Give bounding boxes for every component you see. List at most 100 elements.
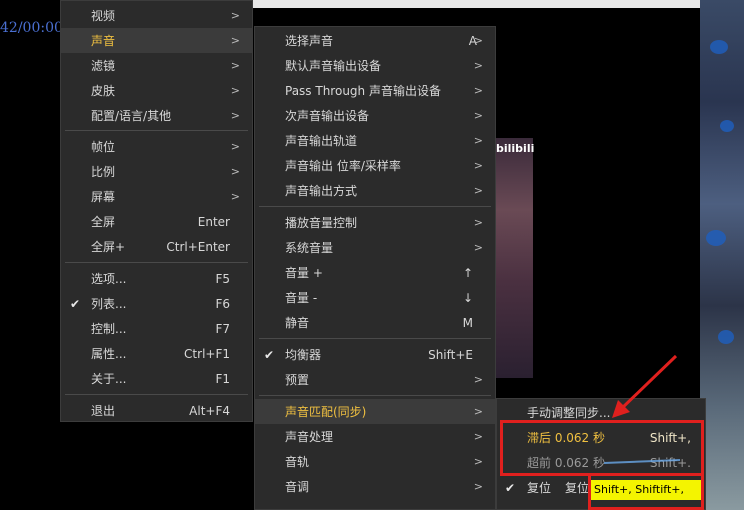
chevron-right-icon: >	[473, 216, 483, 229]
chevron-right-icon: >	[473, 109, 483, 122]
menu-item-shortcut: ↓	[462, 290, 473, 305]
menu-item-properties[interactable]: 属性... Ctrl+F1	[61, 341, 252, 366]
menu-item-audio-processing[interactable]: 声音处理 >	[255, 424, 495, 449]
chevron-right-icon: >	[230, 9, 240, 22]
menu-item-label: 全屏+	[91, 240, 126, 254]
menu-item-label: 列表...	[91, 297, 127, 311]
menu-item-pitch[interactable]: 音调 >	[255, 474, 495, 499]
menu-separator	[65, 130, 248, 131]
menu-item-exit[interactable]: 退出 Alt+F4	[61, 398, 252, 423]
menu-item-label: 默认声音输出设备	[285, 59, 382, 73]
menu-item-label: 声音处理	[285, 430, 334, 444]
chevron-right-icon: >	[473, 480, 483, 493]
menu-item-label: 手动调整同步...	[527, 406, 611, 420]
menu-item-select-audio[interactable]: 选择声音 A >	[255, 28, 495, 53]
menu-item-label: 复位	[527, 481, 552, 495]
menu-item-shortcut: F7	[215, 321, 230, 336]
menu-item-fullscreen-plus[interactable]: 全屏+ Ctrl+Enter	[61, 234, 252, 259]
chevron-right-icon: >	[473, 184, 483, 197]
chevron-right-icon: >	[473, 241, 483, 254]
menu-item-audio-track[interactable]: 音轨 >	[255, 449, 495, 474]
menu-item-volume-up[interactable]: 音量 + ↑	[255, 260, 495, 285]
menu-item-label: 声音	[91, 34, 116, 48]
menu-item-output-mode[interactable]: 声音输出方式 >	[255, 178, 495, 203]
menu-separator	[259, 338, 491, 339]
menu-item-label: 次声音输出设备	[285, 109, 370, 123]
chevron-right-icon: >	[230, 59, 240, 72]
menu-item-config[interactable]: 配置/语言/其他 >	[61, 103, 252, 128]
menu-item-playlist[interactable]: ✔ 列表... F6	[61, 291, 252, 316]
menu-separator	[259, 206, 491, 207]
menu-item-filter[interactable]: 滤镜 >	[61, 53, 252, 78]
menu-item-label: 帧位	[91, 140, 116, 154]
menu-item-label: 均衡器	[285, 348, 322, 362]
checkmark-icon: ✔	[505, 480, 516, 495]
chevron-right-icon: >	[473, 134, 483, 147]
menu-item-secondary-output[interactable]: 次声音输出设备 >	[255, 103, 495, 128]
chevron-right-icon: >	[473, 84, 483, 97]
menu-item-output-track[interactable]: 声音输出轨道 >	[255, 128, 495, 153]
window-top-strip	[252, 0, 700, 8]
chevron-right-icon: >	[473, 405, 483, 418]
menu-item-shortcut: F1	[215, 371, 230, 386]
menu-item-label: 选项...	[91, 272, 127, 286]
menu-item-frame[interactable]: 帧位 >	[61, 134, 252, 159]
menu-item-label: 音轨	[285, 455, 310, 469]
menu-item-default-output[interactable]: 默认声音输出设备 >	[255, 53, 495, 78]
shortcut-tooltip: Shift+, Shiftift+,	[591, 480, 701, 500]
menu-item-video[interactable]: 视频 >	[61, 3, 252, 28]
menu-item-control[interactable]: 控制... F7	[61, 316, 252, 341]
menu-item-output-bitrate[interactable]: 声音输出 位率/采样率 >	[255, 153, 495, 178]
menu-item-label: Pass Through 声音输出设备	[285, 84, 441, 98]
chevron-right-icon: >	[473, 59, 483, 72]
menu-item-shortcut: Shift+E	[428, 347, 473, 362]
checkmark-icon: ✔	[70, 296, 81, 311]
menu-item-shortcut: 复位	[565, 481, 590, 495]
menu-item-fullscreen[interactable]: 全屏 Enter	[61, 209, 252, 234]
menu-item-options[interactable]: 选项... F5	[61, 266, 252, 291]
menu-item-label: 音量 +	[285, 266, 323, 280]
menu-item-label: 播放音量控制	[285, 216, 358, 230]
menu-item-passthrough-output[interactable]: Pass Through 声音输出设备 >	[255, 78, 495, 103]
chevron-right-icon: >	[473, 455, 483, 468]
menu-item-label: 系统音量	[285, 241, 334, 255]
chevron-right-icon: >	[230, 84, 240, 97]
menu-item-shortcut: F6	[215, 296, 230, 311]
video-background-left	[0, 0, 60, 510]
menu-item-label: 退出	[91, 404, 116, 418]
menu-item-mute[interactable]: 静音 M	[255, 310, 495, 335]
menu-separator	[65, 262, 248, 263]
checkmark-icon: ✔	[264, 347, 275, 362]
menu-item-skin[interactable]: 皮肤 >	[61, 78, 252, 103]
timecode-display: 42/00:00	[0, 20, 60, 36]
menu-item-screen[interactable]: 屏幕 >	[61, 184, 252, 209]
menu-item-label: 声音输出轨道	[285, 134, 358, 148]
menu-item-label: 皮肤	[91, 84, 116, 98]
menu-item-system-volume[interactable]: 系统音量 >	[255, 235, 495, 260]
desktop-wallpaper	[700, 0, 744, 510]
menu-item-shortcut: Alt+F4	[189, 403, 230, 418]
menu-item-label: 滤镜	[91, 59, 116, 73]
menu-item-ratio[interactable]: 比例 >	[61, 159, 252, 184]
chevron-right-icon: >	[473, 159, 483, 172]
menu-item-preset[interactable]: 预置 >	[255, 367, 495, 392]
chevron-right-icon: >	[230, 165, 240, 178]
context-menu-audio: 选择声音 A > 默认声音输出设备 > Pass Through 声音输出设备 > 次声…	[254, 26, 496, 510]
menu-separator	[65, 394, 248, 395]
menu-item-audio[interactable]: 声音 >	[61, 28, 252, 53]
chevron-right-icon: >	[473, 373, 483, 386]
menu-item-label: 全屏	[91, 215, 116, 229]
menu-item-volume-control[interactable]: 播放音量控制 >	[255, 210, 495, 235]
menu-separator	[259, 395, 491, 396]
menu-item-label: 静音	[285, 316, 310, 330]
annotation-highlight-box	[500, 420, 704, 476]
menu-item-label: 属性...	[91, 347, 127, 361]
context-menu-main: 视频 > 声音 > 滤镜 > 皮肤 > 配置/语言/其他 > 帧位 > 比例 > 屏幕 > 全屏…	[60, 0, 253, 422]
menu-item-label: 配置/语言/其他	[91, 109, 172, 123]
menu-item-about[interactable]: 关于... F1	[61, 366, 252, 391]
menu-item-equalizer[interactable]: ✔ 均衡器 Shift+E	[255, 342, 495, 367]
menu-item-label: 音调	[285, 480, 310, 494]
menu-item-volume-down[interactable]: 音量 - ↓	[255, 285, 495, 310]
menu-item-label: 视频	[91, 9, 116, 23]
menu-item-audio-sync[interactable]: 声音匹配(同步) >	[255, 399, 495, 424]
